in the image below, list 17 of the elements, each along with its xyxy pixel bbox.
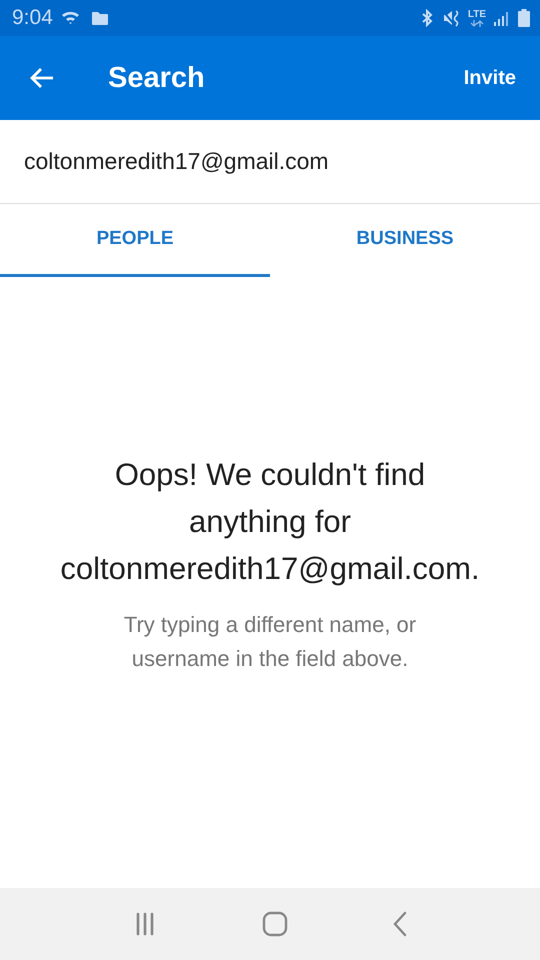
back-icon[interactable] xyxy=(392,911,408,937)
signal-icon xyxy=(494,10,510,26)
clock: 9:04 xyxy=(12,6,53,30)
mute-vibrate-icon xyxy=(442,9,460,27)
tab[interactable]: BUSINESS xyxy=(270,204,540,277)
back-arrow-icon[interactable] xyxy=(29,67,55,89)
empty-state-heading: Oops! We couldn't find anything for coltonmeredith17@gmail.com. xyxy=(60,456,480,588)
network-label: LTE xyxy=(468,10,486,20)
battery-icon xyxy=(518,9,530,27)
invite-button[interactable]: Invite xyxy=(464,62,516,94)
home-icon[interactable] xyxy=(262,911,288,937)
bluetooth-icon xyxy=(420,9,434,27)
folder-icon xyxy=(90,10,109,26)
data-arrows-icon xyxy=(470,20,484,26)
empty-state-hint: Try typing a different name, or username in the field above. xyxy=(122,611,418,673)
tab[interactable]: PEOPLE xyxy=(0,204,270,277)
screen-title: Search xyxy=(108,62,206,94)
